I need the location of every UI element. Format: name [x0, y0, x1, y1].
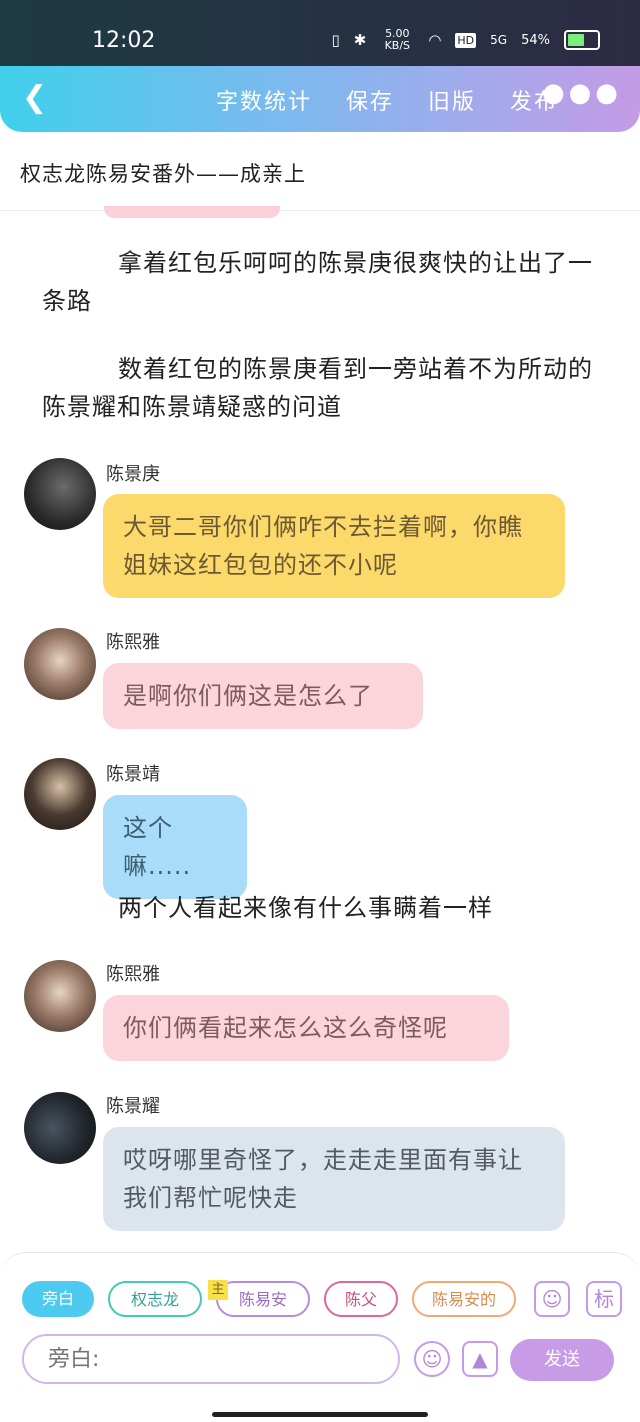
- battery-fill: [568, 34, 584, 46]
- dialog-bubble[interactable]: 哎呀哪里奇怪了，走走走里面有事让我们帮忙呢快走: [103, 1127, 565, 1231]
- avatar[interactable]: [24, 1092, 96, 1164]
- home-indicator[interactable]: [212, 1412, 428, 1417]
- dialog-bubble[interactable]: 你们俩看起来怎么这么奇怪呢: [103, 995, 509, 1061]
- dialog-bubble[interactable]: 这个嘛.....: [103, 795, 247, 899]
- narration-3[interactable]: 两个人看起来像有什么事瞒着一样: [42, 889, 602, 927]
- hd-badge: HD: [455, 32, 477, 48]
- speaker-name: 陈景靖: [106, 764, 160, 785]
- wifi-icon: ◠: [428, 31, 442, 49]
- send-button[interactable]: 发送: [510, 1339, 614, 1381]
- avatar[interactable]: [24, 628, 96, 700]
- role-chip[interactable]: 陈易安: [216, 1281, 310, 1317]
- dialog-bubble[interactable]: 大哥二哥你们俩咋不去拦着啊，你瞧姐妹这红包包的还不小呢: [103, 494, 565, 598]
- role-chip[interactable]: 权志龙: [108, 1281, 202, 1317]
- avatar[interactable]: [24, 458, 96, 530]
- user-card-icon[interactable]: ☺: [534, 1281, 570, 1317]
- speaker-name: 陈景庚: [106, 464, 160, 485]
- status-indicators: ▯ ✱ 5.00 KB/S ◠ HD 5G 54%: [331, 28, 600, 52]
- story-title-bar: 权志龙陈易安番外——成亲上: [0, 132, 640, 211]
- save-button[interactable]: 保存: [346, 84, 394, 116]
- tag-button[interactable]: 标: [586, 1281, 622, 1317]
- toolbar-menu: 字数统计 保存 旧版 发布: [216, 84, 558, 116]
- speaker-name: 陈景耀: [106, 1096, 160, 1117]
- narration-2[interactable]: 数着红包的陈景庚看到一旁站着不为所动的陈景耀和陈景靖疑惑的问道: [42, 350, 602, 426]
- speaker-name: 陈熙雅: [106, 964, 160, 985]
- more-dots-icon[interactable]: ●●●: [542, 78, 622, 108]
- top-toolbar: ❮ 字数统计 保存 旧版 发布 ●●●: [0, 66, 640, 132]
- old-version-button[interactable]: 旧版: [428, 84, 476, 116]
- status-bar: 12:02 ▯ ✱ 5.00 KB/S ◠ HD 5G 54%: [0, 0, 640, 66]
- role-chip[interactable]: 陈易安的: [412, 1281, 516, 1317]
- word-count-button[interactable]: 字数统计: [216, 84, 312, 116]
- host-badge: 主: [208, 1280, 228, 1300]
- status-time: 12:02: [92, 28, 156, 53]
- network-speed: 5.00 KB/S: [384, 27, 411, 52]
- role-chip[interactable]: 陈父: [324, 1281, 398, 1317]
- dialog-bubble[interactable]: 是啊你们俩这是怎么了: [103, 663, 423, 729]
- narration-1[interactable]: 拿着红包乐呵呵的陈景庚很爽快的让出了一条路: [42, 244, 602, 320]
- avatar[interactable]: [24, 960, 96, 1032]
- vibrate-icon: ▯: [331, 31, 340, 49]
- story-title[interactable]: 权志龙陈易安番外——成亲上: [20, 158, 306, 188]
- battery-percent: 54%: [521, 32, 550, 48]
- message-input[interactable]: [22, 1334, 400, 1384]
- image-icon[interactable]: ▲: [462, 1341, 498, 1377]
- signal-label: 5G: [490, 33, 508, 47]
- gesture-bar: [0, 1390, 640, 1422]
- role-chip-narrator[interactable]: 旁白: [22, 1281, 94, 1317]
- avatar[interactable]: [24, 758, 96, 830]
- speaker-name: 陈熙雅: [106, 632, 160, 653]
- bluetooth-icon: ✱: [353, 31, 367, 49]
- battery-icon: [564, 30, 600, 50]
- previous-bubble-edge: [104, 206, 280, 218]
- emoji-icon[interactable]: ☺: [414, 1341, 450, 1377]
- back-icon[interactable]: ❮: [22, 80, 47, 115]
